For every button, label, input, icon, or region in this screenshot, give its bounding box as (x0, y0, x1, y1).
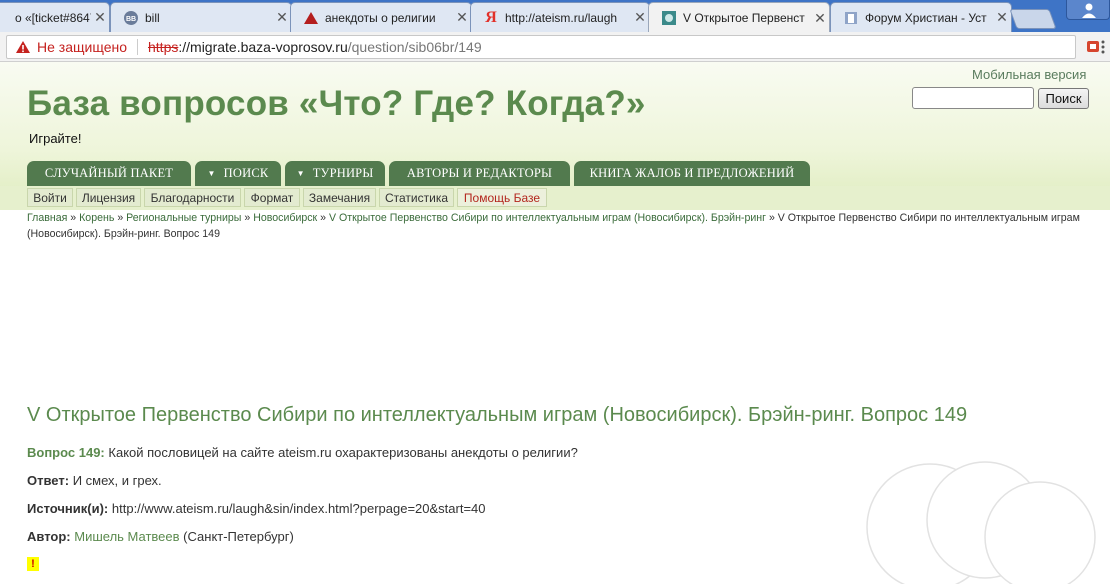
license-link[interactable]: Лицензия (76, 188, 141, 207)
url-path: /question/sib06br/149 (347, 39, 482, 55)
question-text: Какой пословицей на сайте ateism.ru охар… (108, 445, 578, 460)
browser-tab-active[interactable]: V Открытое Первенст ✕ (648, 2, 830, 32)
breadcrumb-separator: » (244, 212, 251, 224)
warning-triangle-icon (303, 10, 319, 26)
page: Мобильная версия Поиск База вопросов «Чт… (0, 62, 1110, 584)
address-separator (137, 39, 138, 55)
nav-random-package[interactable]: СЛУЧАЙНЫЙ ПАКЕТ (27, 161, 191, 186)
nav-tournaments[interactable]: ▼ ТУРНИРЫ (285, 161, 385, 186)
site-slogan: Играйте! (29, 131, 82, 146)
question-row: Вопрос 149: Какой пословицей на сайте at… (27, 445, 578, 460)
warning-icon[interactable] (15, 40, 31, 54)
breadcrumb-separator: » (768, 212, 775, 224)
nav-complaints-book[interactable]: КНИГА ЖАЛОБ И ПРЕДЛОЖЕНИЙ (574, 161, 810, 186)
bill-icon: BB (123, 10, 139, 26)
decorative-circles (866, 461, 1096, 584)
statistics-link[interactable]: Статистика (379, 188, 454, 207)
breadcrumb-link-root[interactable]: Корень (79, 212, 114, 224)
search-input[interactable] (912, 87, 1034, 109)
question-title: V Открытое Первенство Сибири по интеллек… (27, 404, 968, 426)
answer-row: Ответ: И смех, и грех. (27, 473, 162, 488)
tab-title: Форум Христиан - Уст (865, 10, 987, 25)
extension-icon[interactable] (1085, 38, 1101, 54)
browser-tab-ateism[interactable]: Я http://ateism.ru/laugh ✕ (470, 2, 650, 32)
nav-search[interactable]: ▼ ПОИСК (195, 161, 281, 186)
remarks-link[interactable]: Замечания (303, 188, 376, 207)
login-button[interactable]: Войти (27, 188, 73, 207)
breadcrumb: Главная » Корень » Региональные турниры … (27, 210, 1092, 242)
author-link[interactable]: Мишель Матвеев (74, 529, 179, 544)
question-label[interactable]: Вопрос 149: (27, 445, 105, 460)
author-label: Автор: (27, 529, 71, 544)
site-title[interactable]: База вопросов «Что? Где? Когда?» (27, 84, 646, 124)
kebab-menu-icon[interactable] (1100, 40, 1106, 54)
tab-title: http://ateism.ru/laugh (505, 10, 618, 25)
tab-title: bill (145, 10, 160, 25)
generic-icon (0, 10, 9, 26)
thanks-link[interactable]: Благодарности (144, 188, 241, 207)
close-icon[interactable]: ✕ (631, 9, 649, 26)
omnibar: Не защищено https ://migrate.baza-vopros… (0, 32, 1110, 62)
author-city: (Санкт-Петербург) (183, 529, 294, 544)
forum-icon (843, 10, 859, 26)
source-label: Источник(и): (27, 501, 109, 516)
dropdown-arrow-icon: ▼ (296, 169, 305, 178)
breadcrumb-separator: » (70, 212, 77, 224)
source-row: Источник(и): http://www.ateism.ru/laugh&… (27, 501, 486, 516)
answer-text: И смех, и грех. (72, 473, 162, 488)
browser-tab-bill[interactable]: BB bill ✕ (110, 2, 292, 32)
nav-label: КНИГА ЖАЛОБ И ПРЕДЛОЖЕНИЙ (589, 166, 795, 180)
close-icon[interactable]: ✕ (993, 9, 1011, 26)
nav-label: ПОИСК (223, 166, 269, 180)
security-label[interactable]: Не защищено (37, 39, 127, 55)
address-bar[interactable]: Не защищено https ://migrate.baza-vopros… (6, 35, 1076, 59)
profile-button[interactable] (1066, 0, 1110, 20)
nav-label: ТУРНИРЫ (312, 166, 374, 180)
url-scheme: https (148, 39, 179, 55)
breadcrumb-link-home[interactable]: Главная (27, 212, 67, 224)
browser-tab-ticket[interactable]: о «[ticket#8647 ✕ (0, 2, 110, 32)
svg-text:BB: BB (126, 16, 136, 23)
answer-label: Ответ: (27, 473, 70, 488)
search-button[interactable]: Поиск (1038, 88, 1089, 109)
breadcrumb-separator: » (117, 212, 124, 224)
help-base-link[interactable]: Помощь Базе (457, 188, 547, 207)
tab-title: V Открытое Первенст (683, 11, 805, 25)
breadcrumb-link-tournament[interactable]: V Открытое Первенство Сибири по интеллек… (329, 212, 766, 224)
format-link[interactable]: Формат (244, 188, 300, 207)
close-icon[interactable]: ✕ (273, 9, 291, 26)
tab-title: анекдоты о религии (325, 10, 436, 25)
browser-tab-anekdoty[interactable]: анекдоты о религии ✕ (290, 2, 472, 32)
close-icon[interactable]: ✕ (811, 10, 829, 27)
browser-tab-forum[interactable]: Форум Христиан - Уст ✕ (830, 2, 1012, 32)
tab-title: о «[ticket#8647 (15, 10, 91, 25)
dropdown-arrow-icon: ▼ (207, 169, 216, 178)
close-icon[interactable]: ✕ (91, 9, 109, 26)
nav-authors-editors[interactable]: АВТОРЫ И РЕДАКТОРЫ (389, 161, 570, 186)
author-row: Автор: Мишель Матвеев (Санкт-Петербург) (27, 529, 294, 544)
browser-tabstrip: о «[ticket#8647 ✕ BB bill ✕ анекдоты о р… (0, 0, 1110, 32)
breadcrumb-link-novosibirsk[interactable]: Новосибирск (253, 212, 317, 224)
breadcrumb-link-regional[interactable]: Региональные турниры (126, 212, 241, 224)
source-text: http://www.ateism.ru/laugh&sin/index.htm… (111, 501, 486, 516)
breadcrumb-separator: » (320, 212, 327, 224)
report-error-button[interactable]: ! (27, 557, 39, 571)
nav-label: СЛУЧАЙНЫЙ ПАКЕТ (44, 166, 174, 180)
close-icon[interactable]: ✕ (453, 9, 471, 26)
user-icon (1082, 3, 1096, 18)
url-host: ://migrate.baza-voprosov.ru (178, 39, 348, 55)
site-icon (661, 10, 677, 26)
mobile-version-link[interactable]: Мобильная версия (972, 67, 1086, 82)
yandex-icon: Я (485, 8, 497, 26)
nav-label: АВТОРЫ И РЕДАКТОРЫ (406, 166, 553, 180)
new-tab-button[interactable] (1009, 9, 1057, 29)
